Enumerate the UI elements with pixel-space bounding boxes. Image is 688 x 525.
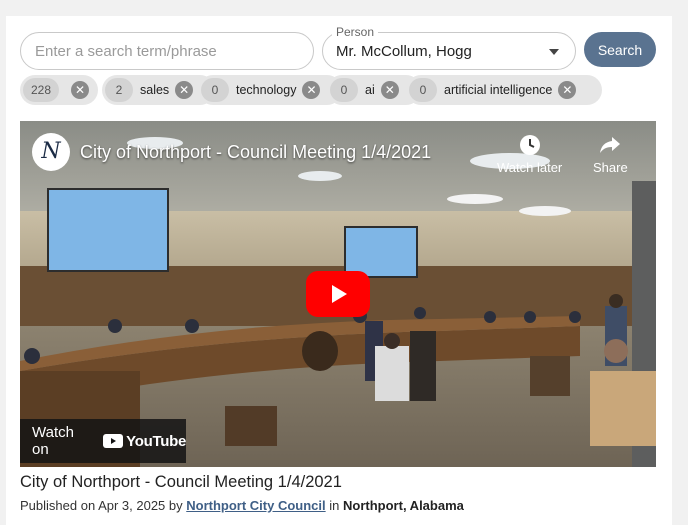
- video-title[interactable]: City of Northport - Council Meeting 1/4/…: [80, 142, 431, 163]
- chip-all: 228 ✕: [20, 75, 98, 105]
- share-arrow-icon: [593, 133, 628, 157]
- youtube-play-icon: [103, 434, 124, 448]
- watch-on-youtube-button[interactable]: Watch on YouTube: [20, 419, 186, 463]
- play-button[interactable]: [306, 271, 370, 317]
- youtube-wordmark: YouTube: [126, 432, 186, 450]
- video-player[interactable]: N City of Northport - Council Meeting 1/…: [20, 121, 656, 467]
- in-word: in: [329, 498, 340, 513]
- chip-count: 0: [201, 78, 229, 102]
- chip-technology: 0 technology ✕: [198, 75, 342, 105]
- close-icon[interactable]: ✕: [175, 81, 194, 99]
- person-label: Person: [332, 25, 379, 39]
- channel-logo[interactable]: N: [32, 133, 70, 171]
- chip-label: technology: [236, 83, 297, 97]
- share-button[interactable]: Share: [593, 133, 628, 175]
- close-icon[interactable]: ✕: [380, 81, 399, 99]
- chip-count: 228: [23, 78, 60, 102]
- chip-label: artificial intelligence: [444, 83, 553, 97]
- chip-label: sales: [140, 83, 170, 97]
- chevron-down-icon: [549, 49, 559, 55]
- clock-icon: [497, 133, 562, 157]
- search-input[interactable]: [20, 32, 314, 70]
- chip-label: ai: [365, 83, 375, 97]
- watch-later-button[interactable]: Watch later: [497, 133, 562, 175]
- meeting-location: Northport, Alabama: [343, 498, 464, 513]
- search-button[interactable]: Search: [584, 32, 656, 67]
- youtube-logo: YouTube: [103, 433, 186, 450]
- close-icon[interactable]: ✕: [71, 81, 90, 99]
- share-label: Share: [593, 160, 628, 175]
- chip-count: 0: [409, 78, 437, 102]
- watch-on-label: Watch on: [32, 424, 74, 458]
- published-info: Published on Apr 3, 2025 by Northport Ci…: [20, 498, 464, 513]
- watch-later-label: Watch later: [497, 160, 563, 175]
- chip-count: 0: [330, 78, 358, 102]
- person-selected-value: Mr. McCollum, Hogg: [336, 43, 472, 60]
- meeting-title: City of Northport - Council Meeting 1/4/…: [20, 473, 342, 491]
- close-icon[interactable]: ✕: [302, 81, 321, 99]
- chip-count: 2: [105, 78, 133, 102]
- chip-artificial-intelligence: 0 artificial intelligence ✕: [406, 75, 602, 105]
- close-icon[interactable]: ✕: [558, 81, 577, 99]
- published-prefix: Published on Apr 3, 2025 by: [20, 498, 183, 513]
- publisher-link[interactable]: Northport City Council: [186, 498, 325, 513]
